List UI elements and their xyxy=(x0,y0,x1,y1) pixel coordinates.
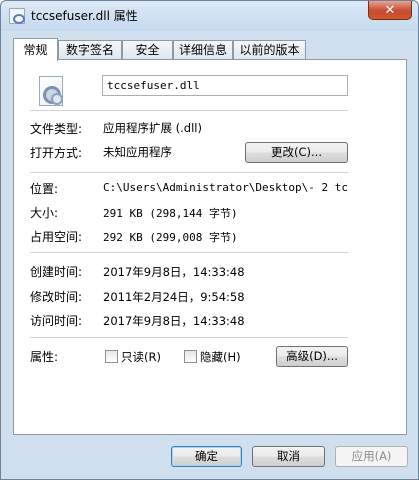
separator xyxy=(30,252,348,253)
close-icon: ✕ xyxy=(384,2,396,18)
hidden-label[interactable]: 隐藏(H) xyxy=(200,349,241,365)
general-panel: tccsefuser.dll 文件类型: 应用程序扩展 (.dll) 打开方式:… xyxy=(13,59,407,435)
separator xyxy=(30,337,348,338)
size-value: 291 KB (298,144 字节) xyxy=(103,207,238,220)
attributes-label: 属性: xyxy=(30,350,59,364)
size-on-disk-value: 292 KB (299,008 字节) xyxy=(103,231,238,244)
cancel-button[interactable]: 取消 xyxy=(252,446,325,467)
opens-with-label: 打开方式: xyxy=(30,146,83,160)
close-button[interactable]: ✕ xyxy=(368,1,412,20)
separator xyxy=(30,172,348,173)
location-value: C:\Users\Administrator\Desktop\- 2 tccse xyxy=(103,181,349,194)
separator xyxy=(30,110,348,111)
tab-details[interactable]: 详细信息 xyxy=(173,40,233,60)
window-title: tccsefuser.dll 属性 xyxy=(31,9,138,23)
modified-label: 修改时间: xyxy=(30,290,83,304)
file-type-value: 应用程序扩展 (.dll) xyxy=(103,121,202,135)
size-on-disk-label: 占用空间: xyxy=(30,230,83,244)
accessed-label: 访问时间: xyxy=(30,314,83,328)
file-type-label: 文件类型: xyxy=(30,122,83,136)
dll-file-icon xyxy=(9,8,25,24)
opens-with-value: 未知应用程序 xyxy=(103,145,172,159)
properties-window: tccsefuser.dll 属性 ✕ 常规 数字签名 安全 详细信息 以前的版… xyxy=(0,0,419,480)
accessed-value: 2017年9月8日，14:33:48 xyxy=(103,314,245,328)
dll-file-icon xyxy=(39,76,63,106)
created-label: 创建时间: xyxy=(30,265,83,279)
hidden-checkbox[interactable] xyxy=(184,350,197,363)
tab-general[interactable]: 常规 xyxy=(13,38,58,61)
title-bar[interactable]: tccsefuser.dll 属性 ✕ xyxy=(1,1,418,31)
advanced-button[interactable]: 高级(D)... xyxy=(276,346,348,367)
created-value: 2017年9月8日，14:33:48 xyxy=(103,265,245,279)
filename-field[interactable]: tccsefuser.dll xyxy=(102,75,348,96)
change-button[interactable]: 更改(C)... xyxy=(245,142,348,163)
tab-digital-signatures[interactable]: 数字签名 xyxy=(58,40,122,60)
ok-button[interactable]: 确定 xyxy=(171,446,242,467)
size-label: 大小: xyxy=(30,206,59,220)
readonly-checkbox[interactable] xyxy=(105,350,118,363)
location-label: 位置: xyxy=(30,182,59,196)
modified-value: 2011年2月24日，9:54:58 xyxy=(103,290,245,304)
tab-previous-versions[interactable]: 以前的版本 xyxy=(233,40,306,60)
tab-security[interactable]: 安全 xyxy=(122,40,173,60)
apply-button[interactable]: 应用(A) xyxy=(335,446,408,467)
readonly-label[interactable]: 只读(R) xyxy=(121,349,161,365)
